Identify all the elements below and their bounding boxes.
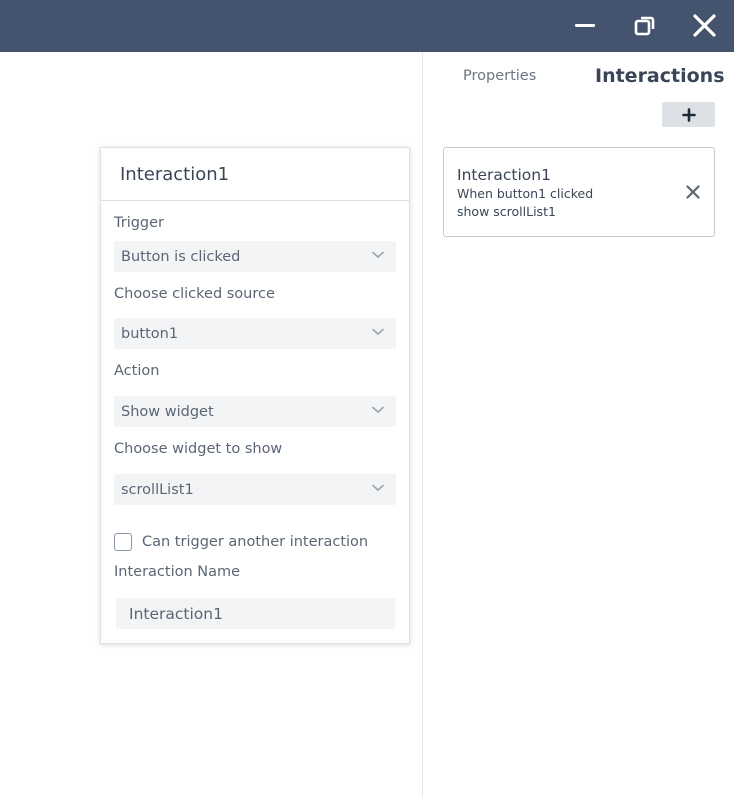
trigger-label: Trigger — [114, 215, 165, 231]
interaction-card-title: Interaction1 — [457, 166, 551, 184]
widget-value: scrollList1 — [121, 481, 194, 498]
editor-title: Interaction1 — [120, 163, 230, 185]
source-value: button1 — [121, 325, 179, 342]
plus-icon — [681, 107, 696, 122]
source-select[interactable]: button1 — [114, 318, 396, 349]
interaction-card-summary: show scrollList1 — [457, 204, 556, 219]
restore-icon — [634, 16, 655, 36]
interaction-card[interactable]: Interaction1 When button1 clicked show s… — [443, 147, 715, 237]
source-label: Choose clicked source — [114, 286, 275, 302]
tab-properties[interactable]: Properties — [463, 68, 536, 84]
can-trigger-checkbox[interactable] — [114, 533, 132, 551]
can-trigger-row[interactable]: Can trigger another interaction — [114, 532, 368, 552]
close-icon — [693, 14, 716, 37]
action-value: Show widget — [121, 403, 214, 420]
trigger-value: Button is clicked — [121, 248, 241, 265]
minimize-icon — [575, 24, 595, 27]
tab-interactions[interactable]: Interactions — [595, 65, 725, 87]
widget-label: Choose widget to show — [114, 441, 283, 457]
interaction-name-input[interactable] — [116, 598, 395, 629]
title-bar — [0, 0, 734, 52]
trigger-select[interactable]: Button is clicked — [114, 241, 396, 272]
can-trigger-label: Can trigger another interaction — [142, 534, 369, 550]
panel-divider — [422, 52, 423, 797]
action-select[interactable]: Show widget — [114, 396, 396, 427]
add-interaction-button[interactable] — [662, 102, 715, 127]
chevron-down-icon — [372, 251, 384, 259]
remove-interaction-button[interactable] — [684, 183, 702, 201]
editor-header: Interaction1 — [101, 148, 409, 201]
minimize-button[interactable] — [569, 10, 601, 42]
interaction-editor-panel: Interaction1 Trigger Button is clicked C… — [100, 147, 410, 644]
interaction-card-summary: When button1 clicked — [457, 186, 594, 201]
chevron-down-icon — [372, 406, 384, 414]
interaction-name-label: Interaction Name — [114, 564, 241, 580]
action-label: Action — [114, 363, 160, 379]
close-button[interactable] — [688, 10, 720, 42]
chevron-down-icon — [372, 484, 384, 492]
restore-button[interactable] — [629, 10, 661, 42]
chevron-down-icon — [372, 328, 384, 336]
widget-select[interactable]: scrollList1 — [114, 474, 396, 505]
close-icon — [686, 185, 700, 199]
